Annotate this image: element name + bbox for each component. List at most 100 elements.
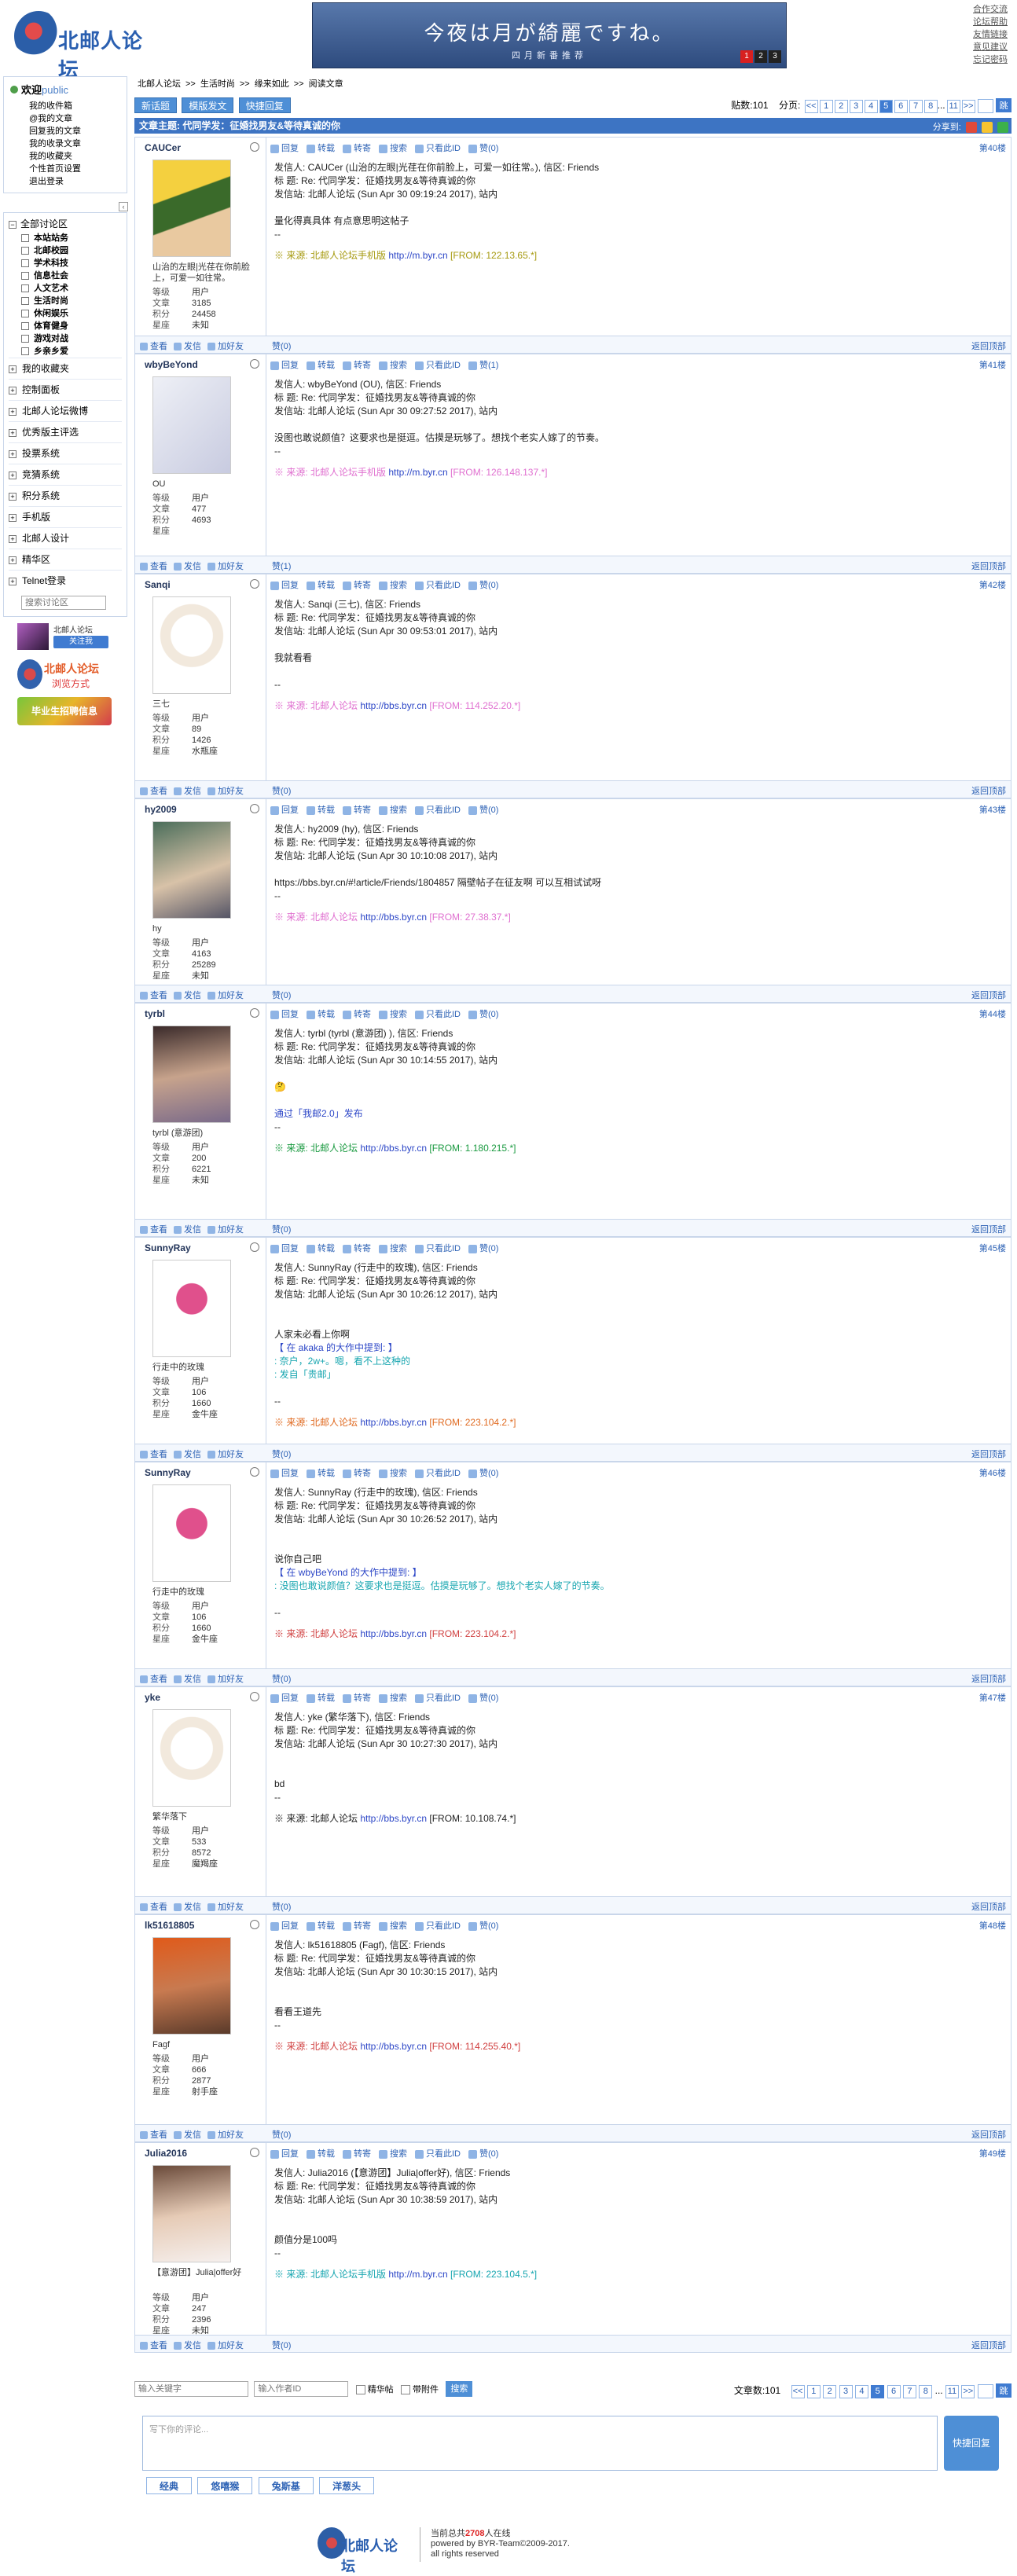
author-search-input[interactable]	[254, 2381, 349, 2397]
template-post-button[interactable]: 模版发文	[182, 97, 234, 113]
source-link[interactable]: http://bbs.byr.cn	[360, 1143, 427, 1154]
floor-number[interactable]: 第43楼	[979, 803, 1006, 816]
send-mail-button[interactable]: 发信	[174, 562, 201, 571]
like-button[interactable]: 赞(0)	[468, 581, 498, 590]
board-5[interactable]: 生活时尚	[9, 295, 122, 307]
source-link[interactable]: http://bbs.byr.cn	[360, 912, 427, 923]
page-3[interactable]: 3	[849, 100, 863, 113]
search-button[interactable]: 搜索	[379, 2149, 407, 2159]
board-4[interactable]: 人文艺术	[9, 282, 122, 295]
digest-checkbox[interactable]: 精华帖	[356, 2385, 394, 2394]
source-link[interactable]: http://bbs.byr.cn	[360, 1417, 427, 1428]
author-id[interactable]: hy2009	[145, 804, 177, 815]
item-telnet[interactable]: + Telnet登录	[9, 570, 122, 591]
avatar[interactable]	[152, 1709, 231, 1807]
link-cooperation[interactable]: 合作交流	[973, 3, 1017, 16]
avatar[interactable]	[152, 1484, 231, 1582]
page-1[interactable]: 1	[806, 2385, 821, 2398]
item-moderator-vote[interactable]: + 优秀版主评选	[9, 421, 122, 442]
qzone-share-icon[interactable]	[981, 122, 993, 134]
item-control-panel[interactable]: + 控制面板	[9, 379, 122, 400]
forward-button[interactable]: 转寄	[343, 805, 371, 815]
reply-button[interactable]: 回复	[270, 1693, 299, 1703]
sidebar-collapse-button[interactable]: ‹	[119, 202, 128, 211]
item-digest[interactable]: + 精华区	[9, 549, 122, 570]
like-button[interactable]: 赞(1)	[468, 361, 498, 370]
only-this-id-button[interactable]: 只看此ID	[415, 1693, 461, 1703]
view-profile-button[interactable]: 查看	[140, 342, 167, 351]
source-link[interactable]: http://bbs.byr.cn	[360, 700, 427, 711]
author-id[interactable]: SunnyRay	[145, 1467, 191, 1478]
floor-number[interactable]: 第49楼	[979, 2147, 1006, 2160]
view-profile-button[interactable]: 查看	[140, 2341, 167, 2350]
link-mentions[interactable]: @我的文章	[10, 112, 120, 125]
board-0[interactable]: 本站站务	[9, 232, 122, 244]
only-this-id-button[interactable]: 只看此ID	[415, 581, 461, 590]
reply-button[interactable]: 回复	[270, 581, 299, 590]
floor-number[interactable]: 第44楼	[979, 1007, 1006, 1020]
send-mail-button[interactable]: 发信	[174, 1675, 201, 1684]
like-button[interactable]: 赞(0)	[468, 2149, 498, 2159]
link-feedback[interactable]: 意见建议	[973, 41, 1017, 53]
tab-classic[interactable]: 经典	[146, 2477, 193, 2494]
search-button[interactable]: 搜索	[379, 1244, 407, 1253]
forward-button[interactable]: 转寄	[343, 144, 371, 153]
add-friend-button[interactable]: 加好友	[207, 1225, 244, 1235]
board-8[interactable]: 游戏对战	[9, 332, 122, 345]
author-id[interactable]: SunnyRay	[145, 1242, 191, 1253]
weibo-share-icon[interactable]	[965, 122, 977, 134]
only-this-id-button[interactable]: 只看此ID	[415, 361, 461, 370]
page-11[interactable]: 11	[946, 100, 960, 113]
forward-button[interactable]: 转寄	[343, 581, 371, 590]
link-homepage-settings[interactable]: 个性首页设置	[10, 163, 120, 175]
board-3[interactable]: 信息社会	[9, 270, 122, 282]
source-link[interactable]: http://bbs.byr.cn	[360, 2041, 427, 2052]
item-weibo[interactable]: + 北邮人论坛微博	[9, 400, 122, 421]
item-score[interactable]: + 积分系统	[9, 485, 122, 506]
like-button[interactable]: 赞(0)	[468, 1244, 498, 1253]
crumb-home[interactable]: 北邮人论坛	[138, 79, 181, 89]
praise-count[interactable]: 赞(0)	[272, 1900, 291, 1913]
source-link[interactable]: http://bbs.byr.cn	[360, 1813, 427, 1824]
reply-button[interactable]: 回复	[270, 1010, 299, 1019]
link-logout[interactable]: 退出登录	[10, 175, 120, 188]
author-id[interactable]: Sanqi	[145, 579, 171, 590]
add-friend-button[interactable]: 加好友	[207, 1450, 244, 1459]
author-id[interactable]: Julia2016	[145, 2148, 187, 2159]
praise-count[interactable]: 赞(0)	[272, 1672, 291, 1685]
avatar[interactable]	[152, 1937, 231, 2035]
only-this-id-button[interactable]: 只看此ID	[415, 144, 461, 153]
tab-onion[interactable]: 洋葱头	[319, 2477, 375, 2494]
board-2[interactable]: 学术科技	[9, 257, 122, 270]
view-profile-button[interactable]: 查看	[140, 562, 167, 571]
praise-count[interactable]: 赞(0)	[272, 989, 291, 1001]
repost-button[interactable]: 转载	[307, 1244, 335, 1253]
source-link[interactable]: http://bbs.byr.cn	[360, 1628, 427, 1639]
avatar[interactable]	[152, 1026, 231, 1123]
add-friend-button[interactable]: 加好友	[207, 562, 244, 571]
back-to-top-link[interactable]: 返回顶部	[971, 1900, 1006, 1913]
add-friend-button[interactable]: 加好友	[207, 787, 244, 796]
link-forgot-password[interactable]: 忘记密码	[973, 53, 1017, 66]
add-friend-button[interactable]: 加好友	[207, 1903, 244, 1912]
repost-button[interactable]: 转载	[307, 805, 335, 815]
page-jump-button[interactable]: 跳	[996, 98, 1011, 112]
like-button[interactable]: 赞(0)	[468, 144, 498, 153]
page-3[interactable]: 3	[839, 2385, 853, 2398]
only-this-id-button[interactable]: 只看此ID	[415, 1010, 461, 1019]
board-6[interactable]: 休闲娱乐	[9, 307, 122, 320]
only-this-id-button[interactable]: 只看此ID	[415, 1244, 461, 1253]
forward-button[interactable]: 转寄	[343, 1693, 371, 1703]
item-favorites[interactable]: + 我的收藏夹	[9, 358, 122, 379]
floor-number[interactable]: 第41楼	[979, 358, 1006, 371]
reply-button[interactable]: 回复	[270, 361, 299, 370]
page-first[interactable]: <<	[804, 100, 818, 113]
board-search-input[interactable]	[21, 596, 106, 610]
link-favorites[interactable]: 我的收藏夹	[10, 150, 120, 163]
quick-reply-submit-button[interactable]: 快捷回复	[944, 2416, 999, 2471]
back-to-top-link[interactable]: 返回顶部	[971, 784, 1006, 797]
board-9[interactable]: 乡亲乡爱	[9, 345, 122, 358]
link-replies[interactable]: 回复我的文章	[10, 125, 120, 138]
only-this-id-button[interactable]: 只看此ID	[415, 805, 461, 815]
view-profile-button[interactable]: 查看	[140, 1675, 167, 1684]
